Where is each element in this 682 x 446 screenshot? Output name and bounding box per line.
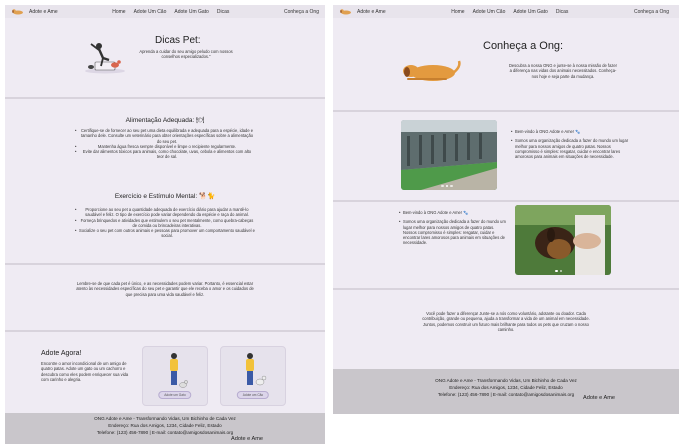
list-item: Evite dar alimentos tóxicos para animais… — [75, 149, 255, 160]
nav-adote-gato[interactable]: Adote Um Gato — [513, 9, 547, 15]
list-item: Forneça brinquedos e atividades que esti… — [75, 218, 255, 229]
navbar: Adote e Ame Home Adote Um Cão Adote Um G… — [5, 5, 325, 18]
exercicio-list: Proporcione ao seu pet a quantidade adeq… — [75, 207, 255, 239]
nav-conheca-ong[interactable]: Conheça a Ong — [284, 9, 319, 15]
page-subtitle: Descubra a nossa ONG e junte-se à nossa … — [508, 63, 618, 79]
footer-brand: Adote e Ame — [583, 395, 616, 401]
divider — [333, 110, 679, 112]
alimentacao-list: Certifique-se de fornecer ao seu pet uma… — [75, 128, 255, 160]
footer-org: ONG Adote e Ame - Transformando Vidas, U… — [94, 416, 236, 421]
person-with-pets-illustration — [85, 43, 125, 74]
adote-title: Adote Agora! — [41, 350, 82, 357]
adote-text: Encontre o amor incondicional de um amig… — [41, 361, 129, 382]
carousel-dot[interactable] — [441, 184, 444, 187]
carousel-dots[interactable] — [441, 184, 453, 187]
nav-adote-gato[interactable]: Adote Um Gato — [174, 9, 208, 15]
nav-home[interactable]: Home — [451, 9, 464, 15]
footer-address: Endereço: Rua dos Amigos, 1234, Cidade F… — [108, 423, 222, 428]
page-title: Dicas Pet: — [155, 35, 201, 46]
list-item: Socialize o seu pet com outros animais e… — [75, 228, 255, 239]
list-item: Proporcione ao seu pet a quantidade adeq… — [75, 207, 255, 218]
section-title-alimentacao: Alimentação Adequada: 🍽 — [125, 117, 205, 124]
nav-adote-cao[interactable]: Adote Um Cão — [473, 9, 506, 15]
reminder-text: Lembre-se de que cada pet é único, e as … — [76, 281, 254, 297]
page-title: Conheça a Ong: — [483, 40, 564, 52]
carousel-dots[interactable] — [555, 269, 562, 272]
divider — [333, 288, 679, 290]
nav-dicas[interactable]: Dicas — [556, 9, 569, 15]
adopt-cat-button[interactable]: Adote um Gato — [158, 391, 192, 399]
list-item: Bem-vindo à ONG Adote e Ame! 🐾 — [399, 210, 509, 216]
nav-dicas[interactable]: Dicas — [217, 9, 230, 15]
list-item: Somos uma organização dedicada a fazer d… — [511, 138, 631, 159]
person-with-dog-illustration — [246, 353, 267, 386]
nav-conheca-ong[interactable]: Conheça a Ong — [634, 9, 669, 15]
about-list-a: Bem-vindo à ONG Adote e Ame! 🐾 Somos uma… — [511, 129, 631, 159]
footer-contact: Telefone: (123) 456-7890 | E-mail: conta… — [96, 430, 234, 435]
dog-photo — [515, 205, 611, 275]
kennel-photo — [401, 120, 497, 190]
brand-link[interactable]: Adote e Ame — [29, 9, 58, 15]
list-item: Bem-vindo à ONG Adote e Ame! 🐾 — [511, 129, 631, 135]
adopt-dog-button[interactable]: Adote um Cão — [236, 391, 270, 399]
about-list-b: Bem-vindo à ONG Adote e Ame! 🐾 Somos uma… — [399, 210, 509, 246]
list-item: Somos uma organização dedicada a fazer d… — [399, 219, 509, 245]
footer-org: ONG Adote e Ame - Transformando Vidas, U… — [435, 378, 577, 383]
divider — [5, 97, 325, 99]
person-with-cat-illustration — [170, 353, 188, 388]
about-page: Adote e Ame Home Adote Um Cão Adote Um G… — [333, 5, 679, 414]
navbar: Adote e Ame Home Adote Um Cão Adote Um G… — [333, 5, 679, 18]
footer: ONG Adote e Ame - Transformando Vidas, U… — [5, 413, 325, 444]
footer-contact: Telefone: (123) 456-7890 | E-mail: conta… — [437, 392, 575, 397]
nav-home[interactable]: Home — [112, 9, 125, 15]
footer: ONG Adote e Ame - Transformando Vidas, U… — [333, 369, 679, 414]
call-to-action-text: Você pode fazer a diferença! Junte-se a … — [422, 311, 590, 332]
carousel-dot-active[interactable] — [555, 269, 558, 272]
footer-brand: Adote e Ame — [231, 436, 264, 442]
nav-adote-cao[interactable]: Adote Um Cão — [134, 9, 167, 15]
carousel-dot-active[interactable] — [445, 184, 448, 187]
footer-address: Endereço: Rua dos Amigos, 1234, Cidade F… — [449, 385, 563, 390]
section-title-exercicio: Exercício e Estímulo Mental: 🐕🐈 — [114, 193, 216, 200]
divider — [5, 330, 325, 332]
adopt-cat-card: Adote um Gato — [142, 346, 208, 406]
dog-logo-icon[interactable] — [339, 8, 353, 15]
divider — [333, 200, 679, 202]
divider — [5, 263, 325, 265]
dog-logo-icon[interactable] — [11, 8, 25, 15]
page-subtitle: Aprenda a cuidar do seu amigo peludo com… — [139, 49, 233, 60]
carousel-dot[interactable] — [559, 269, 562, 272]
brand-link[interactable]: Adote e Ame — [357, 9, 386, 15]
list-item: Certifique-se de fornecer ao seu pet uma… — [75, 128, 255, 144]
tips-page: Adote e Ame Home Adote Um Cão Adote Um G… — [5, 5, 325, 444]
adopt-dog-card: Adote um Cão — [220, 346, 286, 406]
carousel-dot[interactable] — [450, 184, 453, 187]
sleeping-dog-illustration — [403, 60, 461, 81]
